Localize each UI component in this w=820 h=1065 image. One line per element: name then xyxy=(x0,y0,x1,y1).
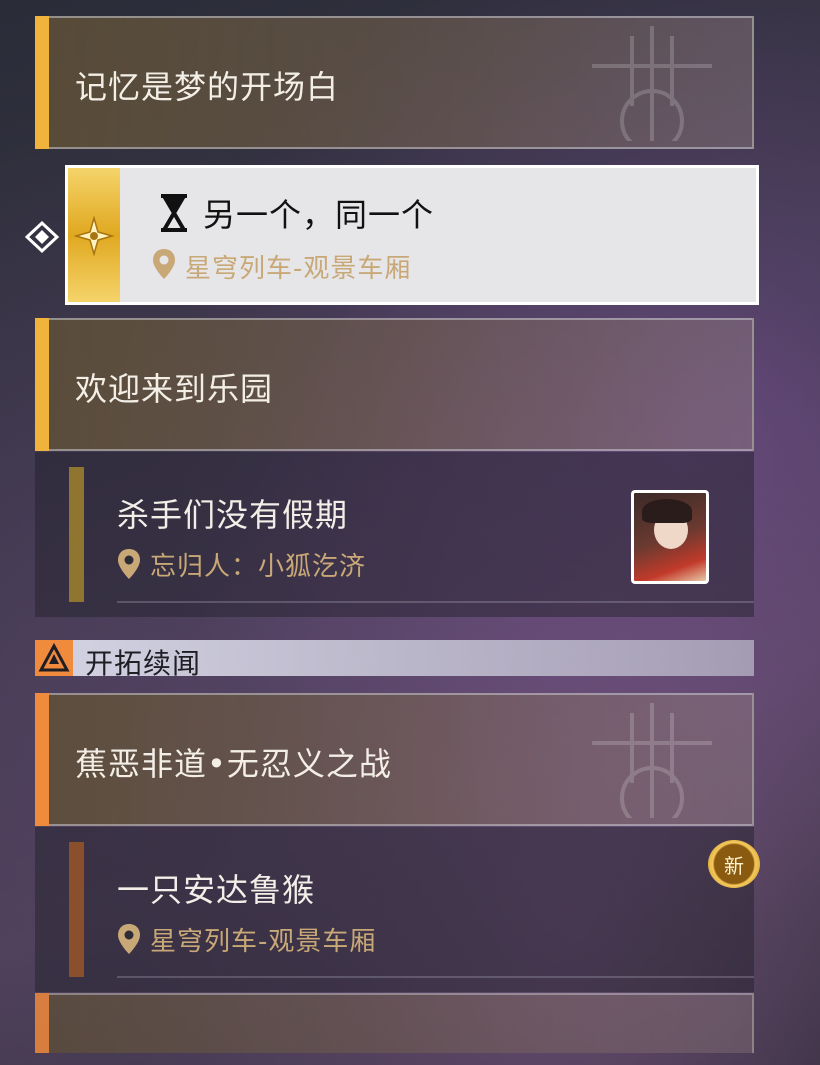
quest-accent-bar xyxy=(69,467,84,602)
new-badge-label: 新 xyxy=(724,854,744,878)
quest-title: 杀手们没有假期 xyxy=(117,496,349,534)
location-pin-icon xyxy=(118,924,140,954)
quest-location: 星穹列车-观景车厢 xyxy=(185,254,412,284)
quest-title: 另一个，同一个 xyxy=(203,196,435,234)
chapter-accent-bar xyxy=(35,993,49,1053)
quest-accent-bar xyxy=(69,842,84,977)
chapter-card-2[interactable]: 欢迎来到乐园 xyxy=(35,318,754,451)
quest-type-badge xyxy=(68,168,120,302)
emblem-icon xyxy=(592,26,712,141)
selected-quest-card[interactable]: 另一个，同一个 星穹列车-观景车厢 xyxy=(65,165,759,305)
trailblaze-icon xyxy=(35,640,73,676)
location-pin-icon xyxy=(153,249,175,279)
chapter-title: 记忆是梦的开场白 xyxy=(75,68,340,106)
quest-location: 忘归人：小狐汔济 xyxy=(150,552,367,582)
quest-location: 星穹列车-观景车厢 xyxy=(150,927,377,957)
divider xyxy=(117,976,754,978)
star-compass-icon xyxy=(74,216,114,256)
chapter-title: 蕉恶非道•无忍义之战 xyxy=(75,745,392,783)
chapter-accent-bar xyxy=(35,16,49,149)
chapter-card-3[interactable]: 蕉恶非道•无忍义之战 xyxy=(35,693,754,826)
chapter-card-1[interactable]: 记忆是梦的开场白 xyxy=(35,16,754,149)
section-title: 开拓续闻 xyxy=(85,647,202,680)
emblem-icon xyxy=(592,703,712,818)
quest-title: 一只安达鲁猴 xyxy=(117,871,316,909)
chapter-accent-bar xyxy=(35,318,49,451)
hourglass-icon xyxy=(161,194,187,232)
section-header: 开拓续闻 xyxy=(35,640,754,680)
chapter-title: 欢迎来到乐园 xyxy=(75,370,274,408)
divider xyxy=(117,601,754,603)
new-badge: 新 xyxy=(708,840,760,888)
chapter-accent-bar xyxy=(35,693,49,826)
diamond-pointer-icon xyxy=(25,220,60,254)
quest-item[interactable]: 杀手们没有假期 忘归人：小狐汔济 xyxy=(35,452,754,617)
avatar xyxy=(631,490,709,584)
location-pin-icon xyxy=(118,549,140,579)
chapter-card-4[interactable] xyxy=(35,993,754,1053)
quest-item[interactable]: 一只安达鲁猴 星穹列车-观景车厢 xyxy=(35,827,754,992)
